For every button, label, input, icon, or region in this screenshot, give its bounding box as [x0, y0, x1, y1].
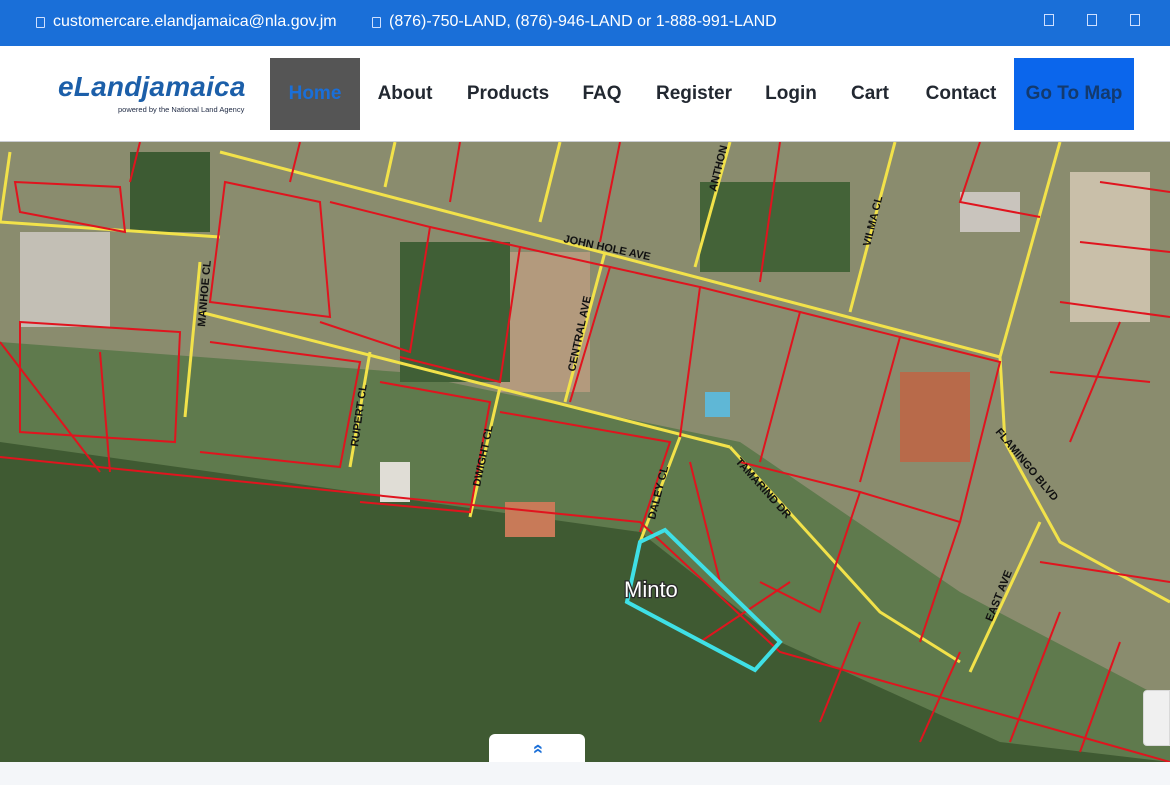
- facebook-icon[interactable]: [1044, 14, 1054, 26]
- logo-tagline: powered by the National Land Agency: [118, 105, 245, 114]
- scroll-to-top-button[interactable]: »: [489, 734, 585, 762]
- contact-email[interactable]: customercare.elandjamaica@nla.gov.jm: [36, 13, 337, 31]
- nav-faq[interactable]: FAQ: [576, 58, 628, 130]
- top-contact-bar: customercare.elandjamaica@nla.gov.jm (87…: [0, 0, 1170, 46]
- twitter-icon[interactable]: [1087, 14, 1097, 26]
- nav-products[interactable]: Products: [460, 58, 556, 130]
- map-canvas[interactable]: JOHN HOLE AVE MANHOE CL CENTRAL AVE RUPE…: [0, 142, 1170, 762]
- nav-cart[interactable]: Cart: [843, 58, 897, 130]
- nav-contact[interactable]: Contact: [917, 58, 1005, 130]
- elandjamaica-logo[interactable]: eLandjamaica powered by the National Lan…: [58, 71, 246, 115]
- nav-register[interactable]: Register: [648, 58, 740, 130]
- parcel-map[interactable]: JOHN HOLE AVE MANHOE CL CENTRAL AVE RUPE…: [0, 142, 1170, 762]
- phone-text: (876)-750-LAND, (876)-946-LAND or 1-888-…: [389, 13, 777, 30]
- logo-wordmark: eLandjamaica: [58, 71, 246, 102]
- email-text[interactable]: customercare.elandjamaica@nla.gov.jm: [53, 13, 337, 31]
- contact-phone: (876)-750-LAND, (876)-946-LAND or 1-888-…: [372, 13, 777, 31]
- go-to-map-button[interactable]: Go To Map: [1014, 58, 1134, 130]
- nav-login[interactable]: Login: [758, 58, 824, 130]
- nav-about[interactable]: About: [366, 58, 444, 130]
- instagram-icon[interactable]: [1130, 14, 1140, 26]
- side-panel-tab[interactable]: [1143, 690, 1170, 746]
- nav-home[interactable]: Home: [270, 58, 360, 130]
- double-chevron-up-icon: »: [526, 743, 547, 755]
- parcel-label-minto: Minto: [624, 577, 678, 602]
- phone-icon: [372, 16, 381, 28]
- footer-strip: [0, 762, 1170, 785]
- envelope-icon: [36, 16, 45, 28]
- site-header: eLandjamaica powered by the National Lan…: [0, 46, 1170, 142]
